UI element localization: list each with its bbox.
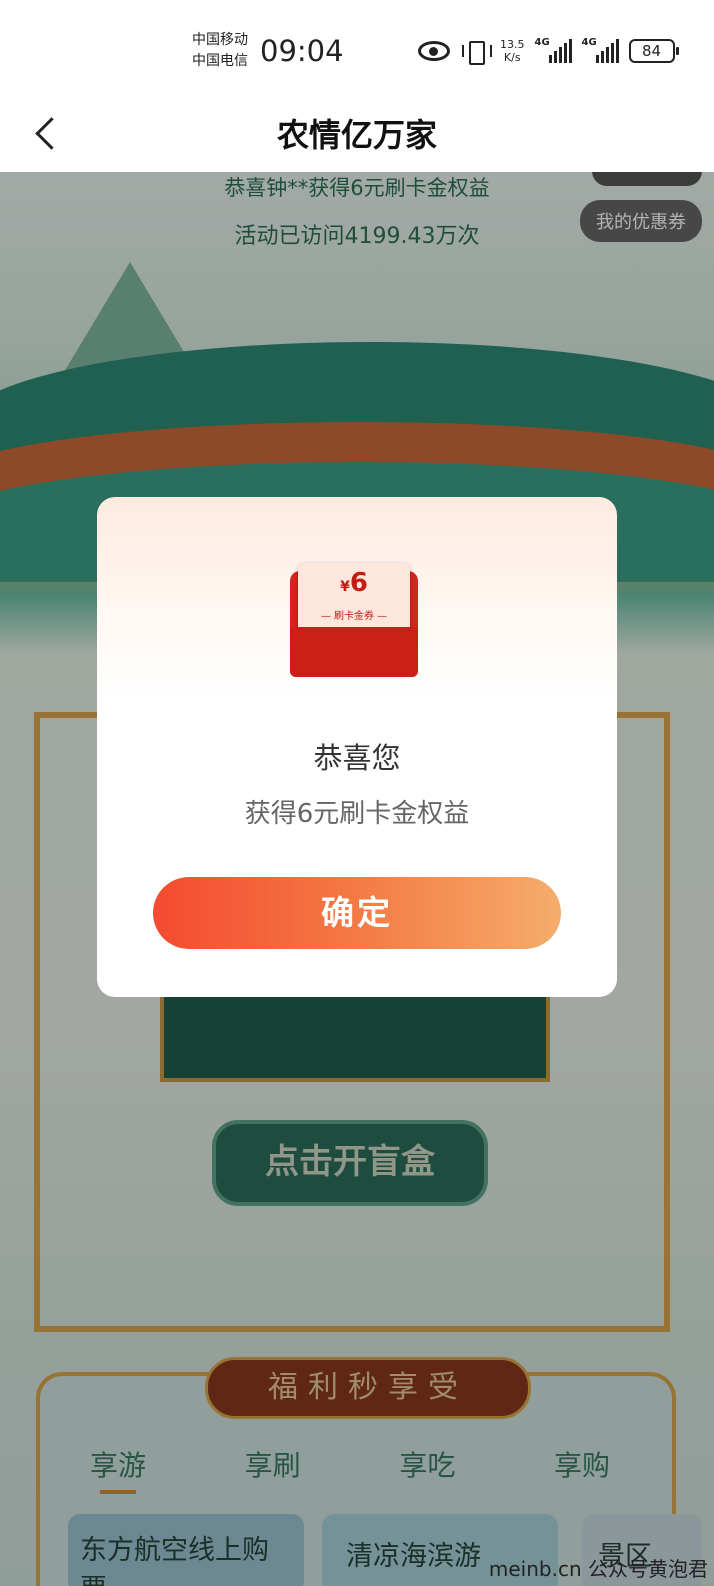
- dialog-title: 恭喜您: [313, 741, 401, 775]
- carrier-1: 中国移动: [192, 32, 248, 48]
- signal-icon-2: 4G: [582, 37, 619, 63]
- signal-icon: 4G: [535, 37, 572, 63]
- eye-icon: [418, 41, 450, 61]
- voucher-currency: ¥: [340, 579, 350, 595]
- envelope-front: [290, 627, 418, 677]
- status-icons: 13.5 K/s 4G 4G 84: [418, 37, 679, 65]
- confirm-button[interactable]: 确定: [153, 877, 561, 949]
- reward-dialog: ¥6 — 刷卡金券 — 恭喜您 获得6元刷卡金权益 确定: [97, 497, 617, 997]
- status-bar: 中国移动 中国电信 09:04 13.5 K/s 4G 4G 84: [0, 0, 714, 100]
- voucher-label: — 刷卡金券 —: [320, 611, 388, 622]
- vibrate-icon: [460, 39, 492, 65]
- carrier-2: 中国电信: [192, 53, 248, 69]
- network-speed: 13.5 K/s: [500, 38, 525, 64]
- status-time: 09:04: [260, 34, 344, 68]
- watermark: meinb.cn 公众号黄泡君: [488, 1557, 708, 1581]
- carrier-labels: 中国移动 中国电信: [192, 30, 248, 72]
- voucher-amount: 6: [349, 568, 368, 598]
- voucher-card: ¥6 — 刷卡金券 —: [298, 563, 410, 633]
- page-title: 农情亿万家: [276, 116, 437, 154]
- nav-bar: 农情亿万家: [0, 100, 714, 172]
- battery-icon: 84: [628, 39, 679, 63]
- dialog-message: 获得6元刷卡金权益: [244, 799, 470, 829]
- red-envelope-icon: ¥6 — 刷卡金券 —: [290, 563, 418, 677]
